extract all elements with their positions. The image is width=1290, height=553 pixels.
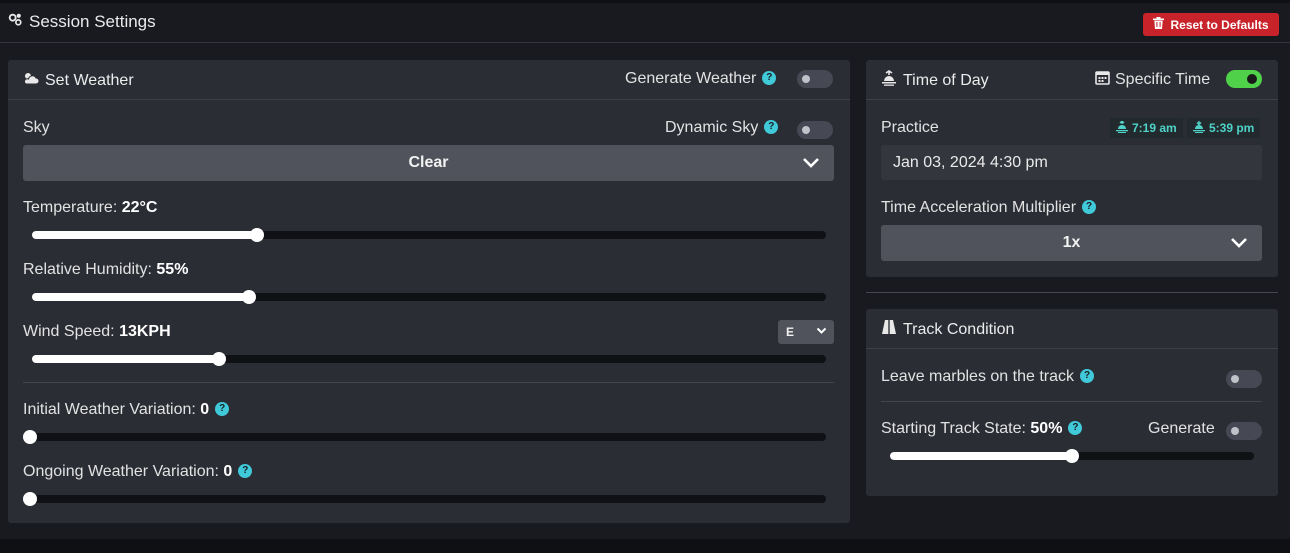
divider: [23, 382, 834, 383]
track-state-label: Starting Track State: 50%?: [881, 420, 1083, 438]
time-panel-header: Time of Day Specific Time: [866, 60, 1278, 100]
sky-label: Sky: [23, 119, 50, 136]
time-panel-title: Time of Day: [881, 70, 989, 91]
track-state-text: Starting Track State:: [881, 420, 1026, 437]
chevron-down-icon: [816, 325, 827, 339]
wind-direction-select[interactable]: E: [778, 320, 834, 344]
specific-time-label: Specific Time: [1095, 70, 1210, 90]
temperature-label-text: Temperature:: [23, 199, 118, 216]
weather-panel-title: Set Weather: [23, 70, 134, 91]
wind-speed-slider[interactable]: [32, 352, 826, 366]
page-title-text: Session Settings: [29, 12, 156, 31]
humidity-value: 55%: [156, 261, 189, 278]
ongoing-variation-slider[interactable]: [23, 492, 826, 506]
help-icon[interactable]: ?: [764, 119, 779, 134]
slider-thumb[interactable]: [212, 352, 227, 366]
dynamic-sky-label: Dynamic Sky?: [665, 119, 779, 137]
weather-panel: Set Weather Generate Weather? Sky Dynami…: [8, 60, 850, 523]
reset-label: Reset to Defaults: [1170, 17, 1269, 32]
temperature-value: 22°C: [121, 199, 158, 216]
marbles-text: Leave marbles on the track: [881, 368, 1074, 385]
initial-variation-slider[interactable]: [23, 430, 826, 444]
specific-time-text: Specific Time: [1115, 71, 1211, 88]
sky-select[interactable]: Clear: [23, 145, 834, 181]
help-icon[interactable]: ?: [762, 70, 777, 85]
dynamic-sky-toggle[interactable]: [797, 121, 833, 139]
sunrise-icon: [881, 70, 897, 91]
ongoing-variation-text: Ongoing Weather Variation:: [23, 463, 219, 480]
wind-speed-label-text: Wind Speed:: [23, 323, 115, 340]
chevron-down-icon: [802, 154, 820, 177]
sky-select-value: Clear: [408, 154, 449, 171]
slider-thumb[interactable]: [249, 228, 264, 242]
slider-thumb[interactable]: [1065, 449, 1079, 463]
ongoing-variation-value: 0: [223, 463, 233, 480]
generate-weather-label: Generate Weather?: [625, 70, 777, 88]
reset-to-defaults-button[interactable]: Reset to Defaults: [1143, 13, 1279, 36]
help-icon[interactable]: ?: [238, 463, 253, 478]
track-title-text: Track Condition: [903, 320, 1015, 338]
slider-thumb[interactable]: [23, 430, 37, 444]
trash-icon: [1153, 17, 1165, 32]
header: Session Settings Reset to Defaults: [0, 3, 1290, 43]
initial-variation-label: Initial Weather Variation: 0?: [23, 401, 230, 419]
wind-direction-value: E: [786, 325, 795, 339]
sunset-icon: [1193, 120, 1205, 136]
track-panel-header: Track Condition: [866, 309, 1278, 349]
generate-track-label: Generate: [1148, 420, 1215, 437]
track-state-slider[interactable]: [890, 449, 1254, 463]
slider-thumb[interactable]: [241, 290, 256, 304]
humidity-label-text: Relative Humidity:: [23, 261, 152, 278]
generate-weather-toggle[interactable]: [797, 70, 833, 88]
page-title: Session Settings: [8, 12, 156, 32]
time-acceleration-text: Time Acceleration Multiplier: [881, 199, 1077, 216]
temperature-label: Temperature: 22°C: [23, 199, 157, 217]
specific-time-toggle[interactable]: [1226, 70, 1262, 88]
road-icon: [881, 319, 897, 340]
wind-speed-value: 13KPH: [119, 323, 171, 340]
generate-weather-text: Generate Weather: [625, 70, 757, 87]
help-icon[interactable]: ?: [1080, 368, 1094, 383]
divider: [881, 401, 1262, 402]
generate-track-toggle[interactable]: [1226, 422, 1262, 440]
ongoing-variation-label: Ongoing Weather Variation: 0?: [23, 463, 253, 481]
sunrise-icon: [1116, 119, 1128, 136]
temperature-slider[interactable]: [32, 228, 826, 242]
dynamic-sky-text: Dynamic Sky: [665, 119, 759, 136]
section-divider: [866, 292, 1278, 293]
time-acceleration-value: 1x: [1062, 234, 1081, 251]
help-icon[interactable]: ?: [215, 401, 230, 416]
help-icon[interactable]: ?: [1068, 420, 1083, 435]
time-acceleration-select[interactable]: 1x: [881, 225, 1262, 261]
weather-panel-header: Set Weather Generate Weather?: [8, 60, 850, 100]
time-acceleration-label: Time Acceleration Multiplier?: [881, 199, 1097, 217]
marbles-label: Leave marbles on the track?: [881, 368, 1094, 386]
humidity-label: Relative Humidity: 55%: [23, 261, 188, 279]
chevron-down-icon: [1230, 234, 1248, 257]
track-state-value: 50%: [1030, 420, 1063, 437]
track-panel-title: Track Condition: [881, 319, 1014, 340]
help-icon[interactable]: ?: [1082, 199, 1097, 214]
weather-title-text: Set Weather: [45, 71, 134, 89]
bottom-strip: [0, 539, 1290, 553]
sunset-time: 5:39 pm: [1209, 121, 1255, 135]
track-condition-panel: Track Condition Leave marbles on the tra…: [866, 309, 1278, 496]
sunset-badge: 5:39 pm: [1187, 118, 1261, 138]
calendar-icon: [1095, 70, 1110, 90]
sunrise-badge: 7:19 am: [1110, 118, 1183, 138]
slider-thumb[interactable]: [23, 492, 37, 506]
session-label: Practice: [881, 119, 939, 136]
time-title-text: Time of Day: [903, 71, 989, 89]
gears-icon: [8, 12, 23, 32]
time-of-day-panel: Time of Day Specific Time Practice 7:19 …: [866, 60, 1278, 277]
marbles-toggle[interactable]: [1226, 370, 1262, 388]
datetime-field[interactable]: Jan 03, 2024 4:30 pm: [881, 145, 1262, 180]
initial-variation-text: Initial Weather Variation:: [23, 401, 196, 418]
cloud-sun-icon: [23, 70, 40, 91]
sunrise-time: 7:19 am: [1132, 121, 1177, 135]
datetime-value: Jan 03, 2024 4:30 pm: [893, 154, 1048, 171]
initial-variation-value: 0: [200, 401, 210, 418]
wind-speed-label: Wind Speed: 13KPH: [23, 323, 171, 341]
humidity-slider[interactable]: [32, 290, 826, 304]
